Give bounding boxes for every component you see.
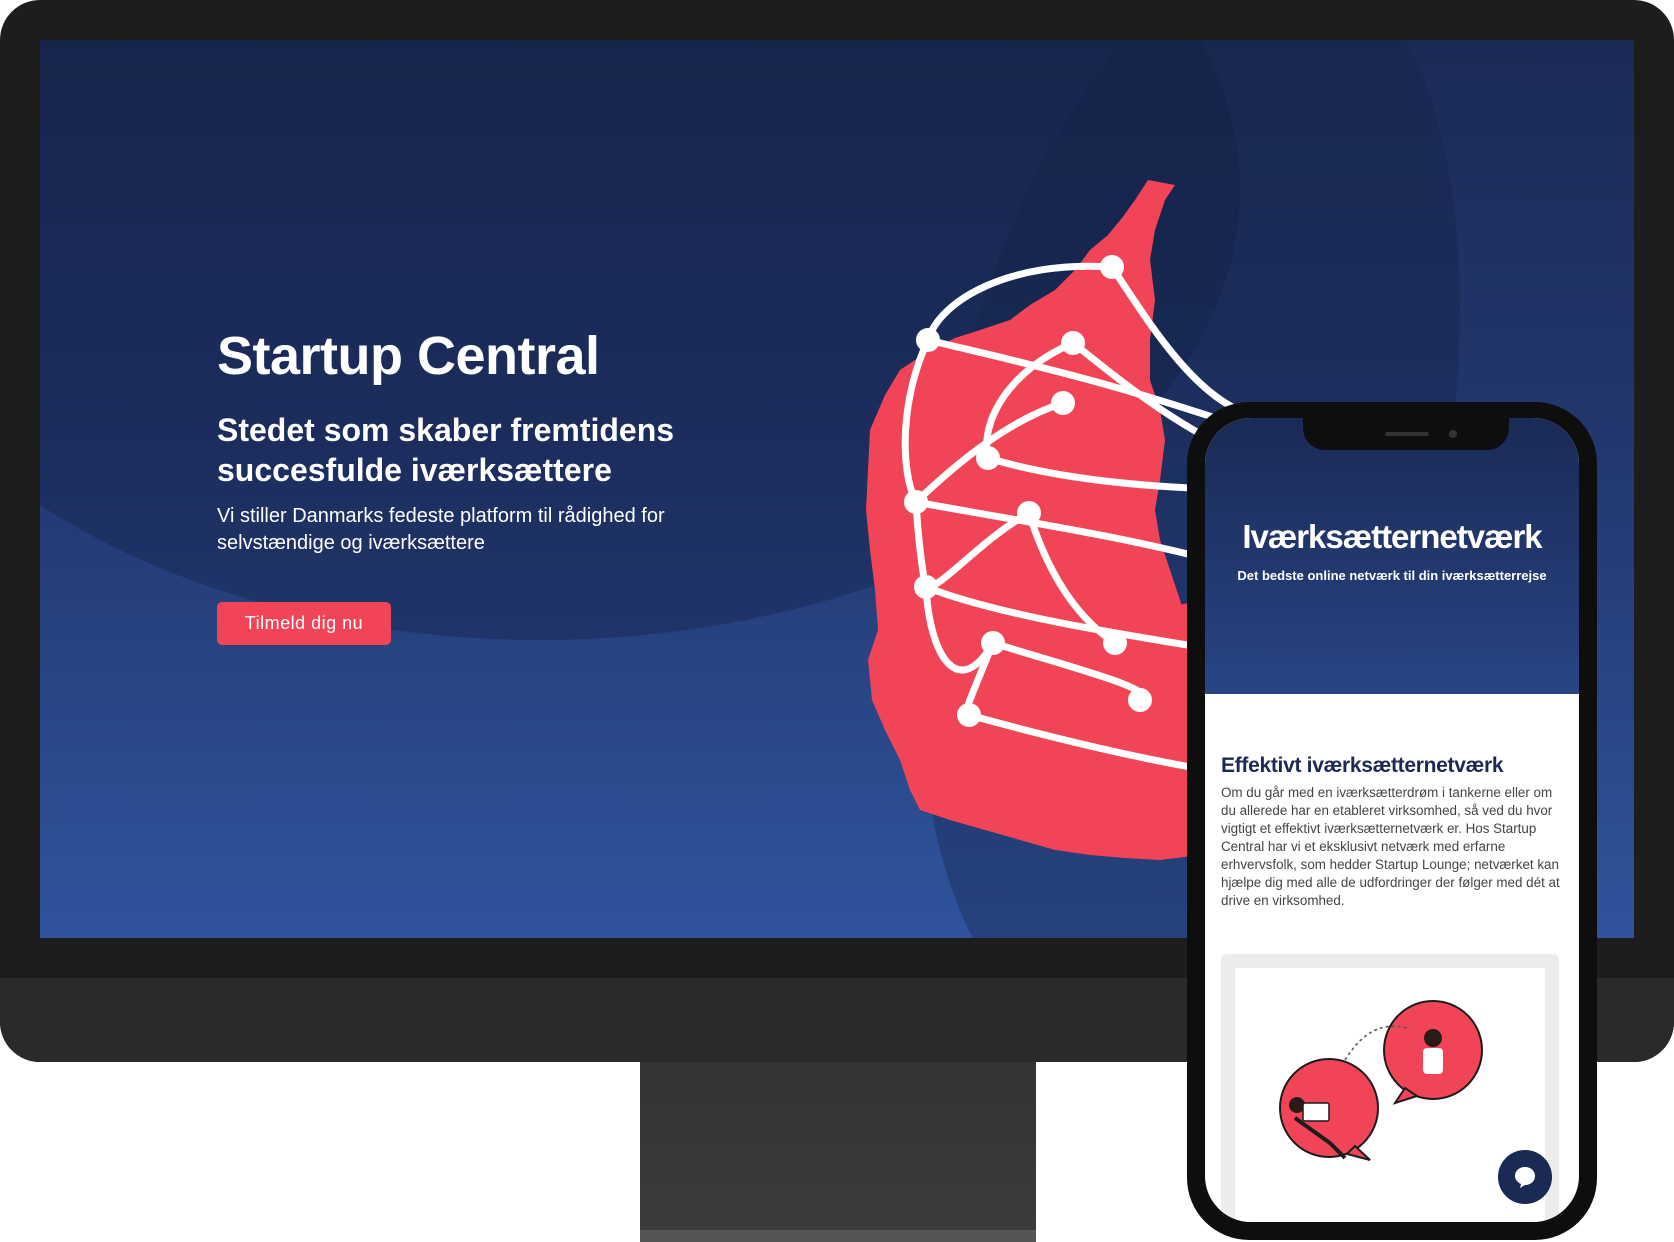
section-heading: Effektivt iværksætternetværk xyxy=(1221,754,1504,777)
chat-bubble-icon xyxy=(1515,1167,1535,1188)
section-body: Om du går med en iværksætterdrøm i tanke… xyxy=(1221,785,1560,908)
mobile-screen: Iværksætternetværk Det bedste online net… xyxy=(1205,418,1579,1222)
laptop-icon xyxy=(1302,1102,1330,1122)
monitor-stand-foot xyxy=(640,1230,1036,1242)
phone-notch xyxy=(1303,418,1509,450)
camera-icon xyxy=(1449,430,1457,438)
speaker-icon xyxy=(1385,432,1429,436)
chat-button[interactable] xyxy=(1498,1150,1552,1204)
person-body-right xyxy=(1423,1048,1443,1074)
page-title: Startup Central xyxy=(217,326,600,386)
signup-button[interactable]: Tilmeld dig nu xyxy=(217,602,391,645)
mobile-subtitle: Det bedste online netværk til din iværks… xyxy=(1237,568,1547,583)
hero-subtitle: Stedet som skaber fremtidens succesfulde… xyxy=(217,412,675,488)
monitor-stand xyxy=(640,1062,1036,1242)
mobile-hero: Iværksætternetværk Det bedste online net… xyxy=(1205,418,1579,694)
hero-description: Vi stiller Danmarks fedeste platform til… xyxy=(217,505,665,554)
phone-frame: Iværksætternetværk Det bedste online net… xyxy=(1187,402,1597,1240)
mobile-title: Iværksætternetværk xyxy=(1242,518,1542,555)
person-head-right xyxy=(1424,1029,1442,1047)
